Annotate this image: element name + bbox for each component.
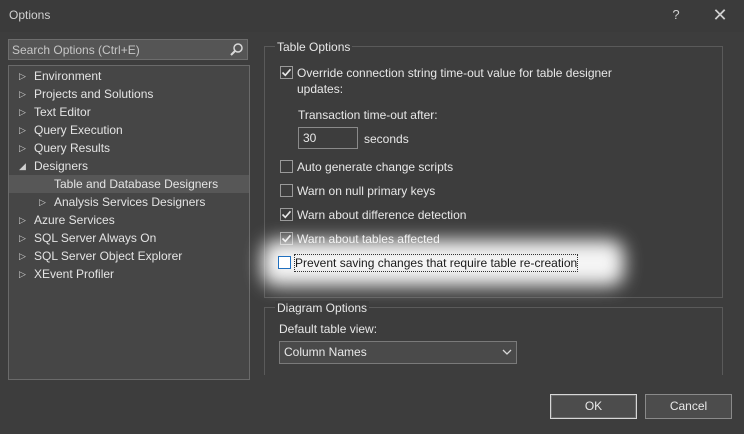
tree-item-query-execution[interactable]: ▷ Query Execution [9,121,249,139]
warn-null-keys-option[interactable]: Warn on null primary keys [280,183,580,199]
diagram-options-title: Diagram Options [275,301,370,315]
expand-arrow-icon[interactable]: ▷ [39,193,49,211]
prevent-saving-changes-label: Prevent saving changes that require tabl… [293,254,579,272]
expand-arrow-icon[interactable]: ▷ [19,247,29,265]
expand-arrow-icon[interactable]: ▷ [19,211,29,229]
tree-item-azure-services[interactable]: ▷ Azure Services [9,211,249,229]
expand-arrow-icon[interactable]: ▷ [19,139,29,157]
tree-item-text-editor[interactable]: ▷ Text Editor [9,103,249,121]
tree-item-sql-server-always-on[interactable]: ▷ SQL Server Always On [9,229,249,247]
warn-null-keys-label: Warn on null primary keys [297,184,436,198]
expand-arrow-icon[interactable]: ▷ [19,265,29,283]
prevent-saving-changes-checkbox[interactable] [278,256,291,269]
override-timeout-label-line1: Override connection string time-out valu… [297,66,612,80]
options-tree[interactable]: ▷ Environment ▷ Projects and Solutions ▷… [8,65,250,380]
override-timeout-label-line2: updates: [297,82,344,96]
warn-null-keys-checkbox[interactable] [280,184,293,197]
chevron-down-icon [502,349,512,355]
warn-difference-detection-label: Warn about difference detection [297,208,467,222]
auto-generate-scripts-label: Auto generate change scripts [297,160,454,174]
collapse-arrow-icon[interactable]: ◢ [19,157,29,175]
tree-item-query-results[interactable]: ▷ Query Results [9,139,249,157]
timeout-label: Transaction time-out after: [298,108,438,122]
default-table-view-value: Column Names [284,345,367,359]
tree-item-sql-server-object-explorer[interactable]: ▷ SQL Server Object Explorer [9,247,249,265]
expand-arrow-icon[interactable]: ▷ [19,103,29,121]
timeout-unit: seconds [364,132,409,146]
tree-item-environment[interactable]: ▷ Environment [9,67,249,85]
tree-item-analysis-services-designers[interactable]: ▷ Analysis Services Designers [9,193,249,211]
timeout-input[interactable]: 30 [298,127,358,149]
tree-item-xevent-profiler[interactable]: ▷ XEvent Profiler [9,265,249,283]
help-button[interactable]: ? [664,4,688,26]
prevent-saving-changes-option[interactable]: Prevent saving changes that require tabl… [278,254,608,272]
warn-difference-detection-option[interactable]: Warn about difference detection [280,207,580,223]
expand-arrow-icon[interactable]: ▷ [19,229,29,247]
override-timeout-checkbox[interactable] [280,66,293,79]
override-timeout-option[interactable]: Override connection string time-out valu… [280,65,680,81]
warn-difference-detection-checkbox[interactable] [280,208,293,221]
expand-arrow-icon[interactable]: ▷ [19,67,29,85]
table-options-title: Table Options [275,40,353,54]
expand-arrow-icon[interactable]: ▷ [19,121,29,139]
window-title: Options [9,8,51,22]
search-icon[interactable] [229,42,244,57]
checkmark-icon [281,68,292,77]
tree-item-projects-and-solutions[interactable]: ▷ Projects and Solutions [9,85,249,103]
title-bar: Options ? ✕ [0,0,744,32]
auto-generate-scripts-checkbox[interactable] [280,160,293,173]
auto-generate-scripts-option[interactable]: Auto generate change scripts [280,159,580,175]
default-table-view-select[interactable]: Column Names [279,341,517,364]
checkmark-icon [281,210,292,219]
cancel-button[interactable]: Cancel [645,394,732,419]
ok-button[interactable]: OK [550,394,637,419]
search-box[interactable] [8,39,248,60]
tree-item-table-and-database-designers[interactable]: Table and Database Designers [9,175,249,193]
tree-item-designers[interactable]: ◢ Designers [9,157,249,175]
expand-arrow-icon[interactable]: ▷ [19,85,29,103]
default-table-view-label: Default table view: [279,322,378,336]
close-button[interactable]: ✕ [708,4,732,26]
search-input[interactable] [12,41,222,58]
